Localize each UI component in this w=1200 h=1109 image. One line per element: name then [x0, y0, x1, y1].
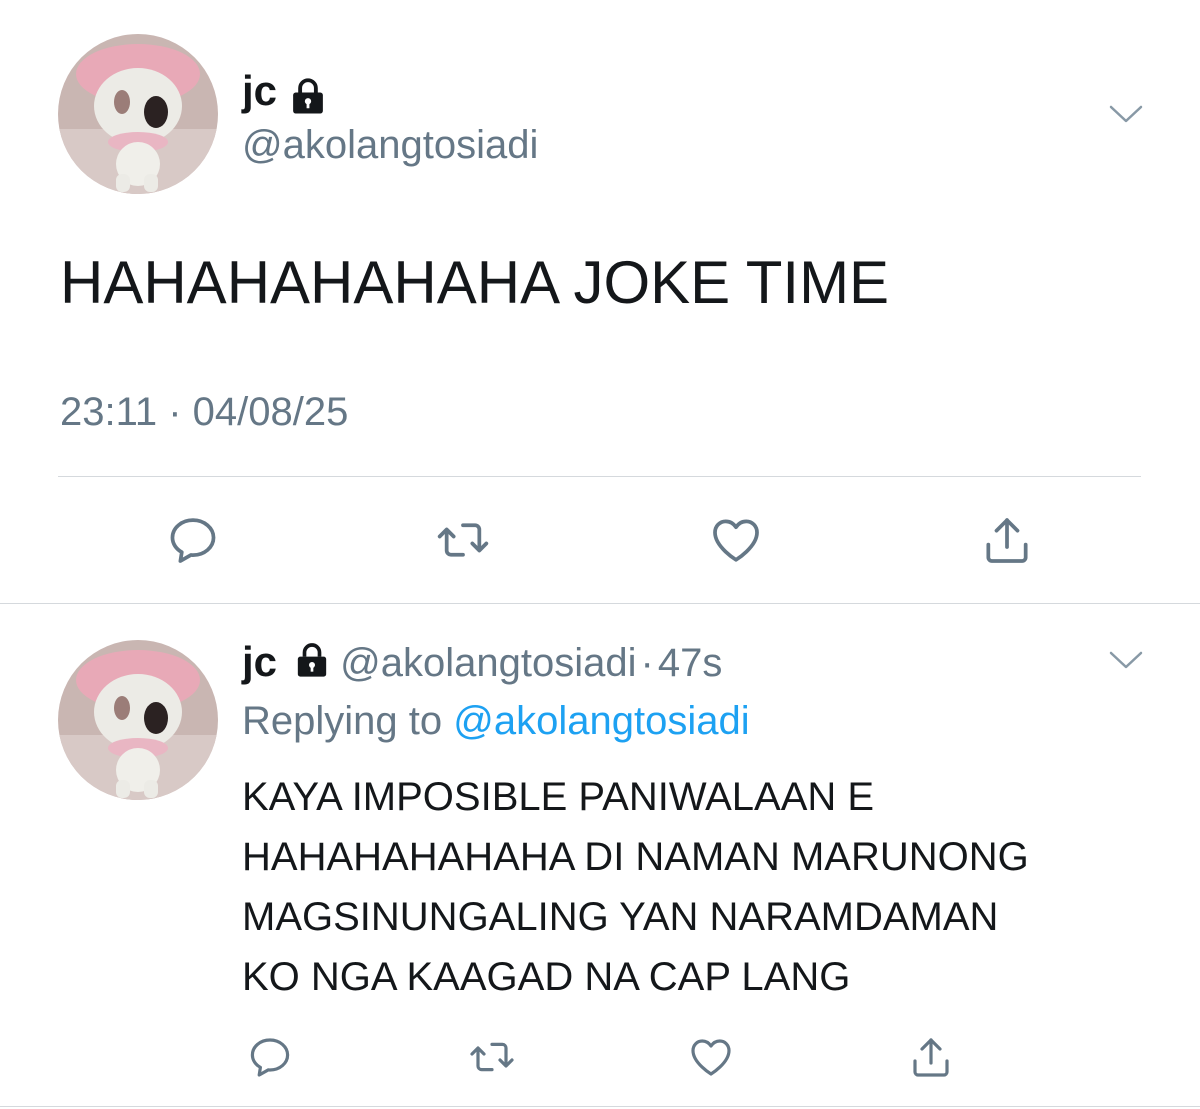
- avatar[interactable]: [58, 34, 218, 194]
- reply-text-line: KAYA IMPOSIBLE PANIWALAAN E: [242, 775, 875, 819]
- reply-icon: [170, 518, 216, 563]
- avatar-image: [58, 34, 218, 194]
- display-name[interactable]: jc: [242, 638, 277, 685]
- share-icon: [913, 1038, 949, 1077]
- lock-icon: [293, 78, 324, 114]
- reply-button[interactable]: [240, 1027, 300, 1087]
- share-button[interactable]: [901, 1027, 961, 1087]
- reply-button[interactable]: [163, 510, 223, 570]
- display-name[interactable]: jc: [242, 67, 277, 114]
- chevron-down-icon[interactable]: [1109, 104, 1143, 124]
- tweet-text: HAHAHAHAHAHA JOKE TIME: [60, 249, 890, 316]
- bottom-divider: [0, 1106, 1200, 1107]
- separator: ·: [640, 641, 654, 685]
- handle[interactable]: @akolangtosiadi: [340, 641, 636, 685]
- reply-text-line: HAHAHAHAHAHA DI NAMAN MARUNONG: [242, 835, 1029, 879]
- reply-icon: [250, 1038, 290, 1077]
- share-icon: [986, 518, 1028, 563]
- like-button[interactable]: [706, 510, 766, 570]
- avatar[interactable]: [58, 640, 218, 800]
- section-divider: [0, 603, 1200, 604]
- replying-prefix: Replying to: [242, 699, 443, 743]
- retweet-icon: [470, 1042, 514, 1072]
- timestamp[interactable]: 23:11 · 04/08/25: [60, 389, 348, 435]
- like-icon: [691, 1039, 731, 1076]
- handle[interactable]: @akolangtosiadi: [242, 122, 538, 168]
- retweet-icon: [437, 523, 489, 557]
- tweet-age[interactable]: 47s: [658, 641, 723, 685]
- like-button[interactable]: [681, 1027, 741, 1087]
- replying-to: Replying to @akolangtosiadi: [242, 697, 750, 745]
- lock-icon: [297, 643, 327, 678]
- display-name-row: jc: [242, 66, 329, 116]
- chevron-down-icon[interactable]: [1109, 650, 1143, 670]
- replying-handle-link[interactable]: @akolangtosiadi: [453, 699, 749, 743]
- share-button[interactable]: [977, 510, 1037, 570]
- reply-text-line: MAGSINUNGALING YAN NARAMDAMAN: [242, 895, 999, 939]
- retweet-button[interactable]: [433, 510, 493, 570]
- divider: [58, 476, 1141, 477]
- reply-header: jc @akolangtosiadi · 47s: [242, 637, 722, 687]
- retweet-button[interactable]: [462, 1027, 522, 1087]
- like-icon: [713, 519, 759, 562]
- reply-text-line: KO NGA KAAGAD NA CAP LANG: [242, 955, 851, 999]
- avatar-image: [58, 640, 218, 800]
